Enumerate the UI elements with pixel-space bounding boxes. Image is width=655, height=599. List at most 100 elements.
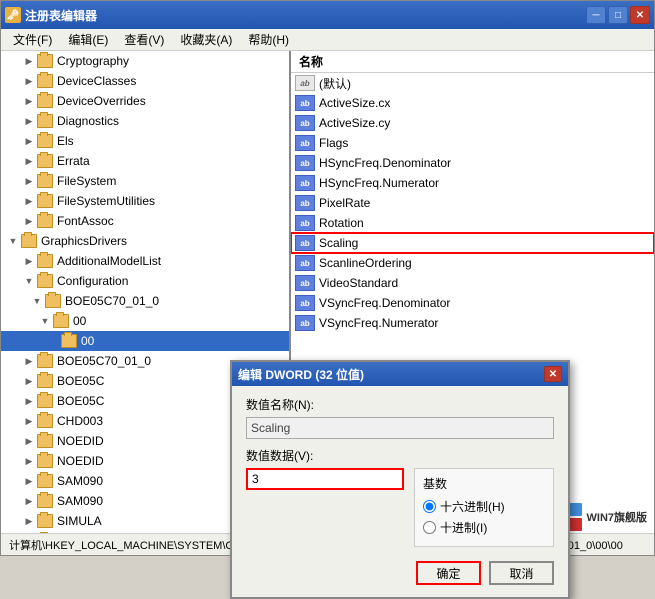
radix-label: 基数 bbox=[423, 475, 545, 492]
folder-icon bbox=[37, 254, 53, 268]
menu-favorites[interactable]: 收藏夹(A) bbox=[172, 29, 240, 50]
reg-name: ScanlineOrdering bbox=[319, 256, 650, 270]
tree-item-boe1[interactable]: ▼ BOE05C70_01_0 bbox=[1, 291, 289, 311]
tree-item-00-1[interactable]: ▼ 00 bbox=[1, 311, 289, 331]
reg-item-hsyncnum[interactable]: ab HSyncFreq.Numerator bbox=[291, 173, 654, 193]
reg-item-hsyncden[interactable]: ab HSyncFreq.Denominator bbox=[291, 153, 654, 173]
dec-radio[interactable] bbox=[423, 521, 436, 534]
reg-name: Rotation bbox=[319, 216, 650, 230]
reg-name: VSyncFreq.Denominator bbox=[319, 296, 650, 310]
folder-icon bbox=[37, 434, 53, 448]
expander-icon: ▶ bbox=[21, 93, 37, 109]
hex-radio[interactable] bbox=[423, 500, 436, 513]
tree-item-configuration[interactable]: ▼ Configuration bbox=[1, 271, 289, 291]
value-data-input[interactable] bbox=[246, 468, 404, 490]
reg-name: HSyncFreq.Numerator bbox=[319, 176, 650, 190]
reg-item-videostandard[interactable]: ab VideoStandard bbox=[291, 273, 654, 293]
tree-item-fontassoc[interactable]: ▶ FontAssoc bbox=[1, 211, 289, 231]
expander-icon: ▶ bbox=[21, 213, 37, 229]
reg-item-activesizecy[interactable]: ab ActiveSize.cy bbox=[291, 113, 654, 133]
title-bar: 🗝 注册表编辑器 ─ □ ✕ bbox=[1, 1, 654, 29]
tree-label: BOE05C bbox=[57, 394, 104, 408]
close-button[interactable]: ✕ bbox=[630, 6, 650, 24]
reg-name: (默认) bbox=[319, 75, 650, 92]
tree-item-errata[interactable]: ▶ Errata bbox=[1, 151, 289, 171]
reg-item-rotation[interactable]: ab Rotation bbox=[291, 213, 654, 233]
tree-item-filesystemutilities[interactable]: ▶ FileSystemUtilities bbox=[1, 191, 289, 211]
expander-icon: ▶ bbox=[21, 493, 37, 509]
folder-icon bbox=[37, 514, 53, 528]
reg-dword-icon: ab bbox=[295, 175, 315, 191]
window-title: 注册表编辑器 bbox=[25, 7, 586, 24]
tree-label: FontAssoc bbox=[57, 214, 114, 228]
reg-item-scanlineordering[interactable]: ab ScanlineOrdering bbox=[291, 253, 654, 273]
menu-edit[interactable]: 编辑(E) bbox=[60, 29, 116, 50]
folder-icon bbox=[37, 394, 53, 408]
edit-dword-dialog: 编辑 DWORD (32 位值) ✕ 数值名称(N): 数值数据(V): 基数 … bbox=[230, 360, 570, 599]
menu-bar: 文件(F) 编辑(E) 查看(V) 收藏夹(A) 帮助(H) bbox=[1, 29, 654, 51]
window-controls: ─ □ ✕ bbox=[586, 6, 650, 24]
reg-dword-icon: ab bbox=[295, 235, 315, 251]
minimize-button[interactable]: ─ bbox=[586, 6, 606, 24]
tree-label: Cryptography bbox=[57, 54, 129, 68]
tree-label: FileSystem bbox=[57, 174, 116, 188]
menu-help[interactable]: 帮助(H) bbox=[240, 29, 297, 50]
maximize-button[interactable]: □ bbox=[608, 6, 628, 24]
reg-item-vsyncnum[interactable]: ab VSyncFreq.Numerator bbox=[291, 313, 654, 333]
name-field-input[interactable] bbox=[246, 417, 554, 439]
folder-icon bbox=[37, 74, 53, 88]
tree-item-diagnostics[interactable]: ▶ Diagnostics bbox=[1, 111, 289, 131]
folder-icon bbox=[61, 334, 77, 348]
tree-item-00-selected[interactable]: 00 bbox=[1, 331, 289, 351]
tree-label: DeviceClasses bbox=[57, 74, 136, 88]
menu-file[interactable]: 文件(F) bbox=[5, 29, 60, 50]
expander-icon: ▶ bbox=[21, 73, 37, 89]
app-icon: 🗝 bbox=[5, 7, 21, 23]
expander-icon: ▶ bbox=[21, 433, 37, 449]
hex-radio-label: 十六进制(H) bbox=[440, 498, 505, 515]
tree-item-deviceoverrides[interactable]: ▶ DeviceOverrides bbox=[1, 91, 289, 111]
tree-item-additionalmodellist[interactable]: ▶ AdditionalModelList bbox=[1, 251, 289, 271]
reg-dword-icon: ab bbox=[295, 295, 315, 311]
tree-label: SAM090 bbox=[57, 494, 103, 508]
folder-icon bbox=[37, 194, 53, 208]
expander-icon: ▶ bbox=[21, 153, 37, 169]
tree-label: GraphicsDrivers bbox=[41, 234, 127, 248]
ok-button[interactable]: 确定 bbox=[416, 561, 481, 585]
menu-view[interactable]: 查看(V) bbox=[116, 29, 172, 50]
reg-item-pixelrate[interactable]: ab PixelRate bbox=[291, 193, 654, 213]
tree-label: DeviceOverrides bbox=[57, 94, 146, 108]
tree-label: CHD003 bbox=[57, 414, 103, 428]
tree-label: BOE05C70_01_0 bbox=[65, 294, 159, 308]
dialog-close-button[interactable]: ✕ bbox=[544, 366, 562, 382]
expander-icon: ▶ bbox=[21, 373, 37, 389]
cancel-button[interactable]: 取消 bbox=[489, 561, 554, 585]
reg-name: Flags bbox=[319, 136, 650, 150]
expander-icon: ▶ bbox=[21, 453, 37, 469]
expander-icon: ▼ bbox=[29, 293, 45, 309]
folder-icon bbox=[37, 374, 53, 388]
folder-icon bbox=[37, 54, 53, 68]
tree-label: Diagnostics bbox=[57, 114, 119, 128]
win7-label: WIN7旗舰版 bbox=[587, 509, 648, 525]
tree-item-deviceclasses[interactable]: ▶ DeviceClasses bbox=[1, 71, 289, 91]
expander-icon: ▶ bbox=[21, 513, 37, 529]
reg-dword-icon: ab bbox=[295, 195, 315, 211]
tree-item-filesystem[interactable]: ▶ FileSystem bbox=[1, 171, 289, 191]
reg-item-scaling[interactable]: ab Scaling bbox=[291, 233, 654, 253]
tree-label: AdditionalModelList bbox=[57, 254, 161, 268]
reg-item-vsyncden[interactable]: ab VSyncFreq.Denominator bbox=[291, 293, 654, 313]
tree-item-graphicsdrivers[interactable]: ▼ GraphicsDrivers bbox=[1, 231, 289, 251]
tree-item-els[interactable]: ▶ Els bbox=[1, 131, 289, 151]
tree-label: 00 bbox=[73, 314, 86, 328]
value-field-label: 数值数据(V): bbox=[246, 447, 554, 464]
dec-radio-row: 十进制(I) bbox=[423, 519, 545, 536]
tree-item-cryptography[interactable]: ▶ Cryptography bbox=[1, 51, 289, 71]
reg-item-flags[interactable]: ab Flags bbox=[291, 133, 654, 153]
expander-icon: ▼ bbox=[37, 313, 53, 329]
folder-icon bbox=[37, 94, 53, 108]
reg-item-activesizecx[interactable]: ab ActiveSize.cx bbox=[291, 93, 654, 113]
reg-dword-icon: ab bbox=[295, 215, 315, 231]
dialog-title: 编辑 DWORD (32 位值) bbox=[238, 366, 544, 383]
reg-item-default[interactable]: ab (默认) bbox=[291, 73, 654, 93]
